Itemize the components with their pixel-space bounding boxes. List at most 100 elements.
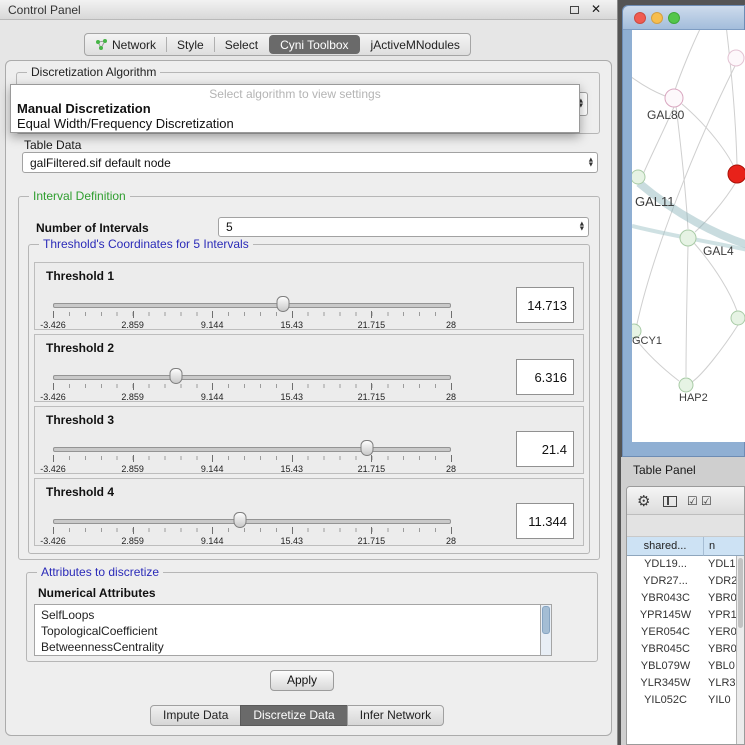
dropdown-stepper-icon[interactable]: ▲▼	[589, 158, 593, 168]
gear-icon[interactable]: ⚙	[637, 492, 650, 510]
table-row[interactable]: YBR045CYBR0	[627, 641, 738, 658]
apply-button[interactable]: Apply	[270, 670, 334, 691]
tab-impute-data[interactable]: Impute Data	[150, 705, 241, 726]
close-icon[interactable]: ✕	[591, 2, 601, 16]
slider-thumb-icon[interactable]	[170, 368, 183, 384]
network-node-gal4[interactable]	[680, 230, 696, 246]
threshold-2-slider[interactable]: -3.426 2.859 9.144 15.43 21.715 28	[53, 369, 451, 401]
list-item-selfloops[interactable]: SelfLoops	[41, 607, 521, 623]
slider-track[interactable]	[53, 303, 451, 308]
tick-label: 21.715	[358, 536, 386, 546]
list-item-betweennesscentrality[interactable]: BetweennessCentrality	[41, 639, 521, 655]
table-cell[interactable]: YPR145W	[627, 607, 704, 624]
tab-infer-network[interactable]: Infer Network	[347, 705, 444, 726]
slider-thumb-icon[interactable]	[276, 296, 289, 312]
slider-thumb-icon[interactable]	[361, 440, 374, 456]
tab-network[interactable]: Network	[85, 34, 166, 55]
dropdown-stepper-icon[interactable]: ▲▼	[580, 222, 584, 232]
tick-label: 2.859	[121, 392, 144, 402]
scrollbar-thumb[interactable]	[738, 558, 743, 628]
threshold-panel-3: Threshold 3 -3.426 2.859 9.144 15.43 21.…	[34, 406, 584, 474]
table-scrollbar[interactable]	[736, 556, 744, 745]
table-cell[interactable]: YER0	[704, 624, 738, 641]
slider-track[interactable]	[53, 447, 451, 452]
column-header-shared-name[interactable]: shared...	[627, 537, 704, 556]
table-row[interactable]: YBL079WYBL0	[627, 658, 738, 675]
mac-close-button[interactable]	[634, 12, 646, 24]
list-item-topologicalcoefficient[interactable]: TopologicalCoefficient	[41, 623, 521, 639]
threshold-4-slider[interactable]: -3.426 2.859 9.144 15.43 21.715 28	[53, 513, 451, 545]
table-cell[interactable]: YDL1	[704, 556, 738, 573]
threshold-2-value-field[interactable]	[516, 359, 574, 395]
threshold-3-slider[interactable]: -3.426 2.859 9.144 15.43 21.715 28	[53, 441, 451, 473]
mac-minimize-button[interactable]	[651, 12, 663, 24]
tab-style[interactable]: Style	[167, 34, 214, 55]
network-node-hap2[interactable]	[679, 378, 693, 392]
table-cell[interactable]: YER054C	[627, 624, 704, 641]
table-cell[interactable]: YDR27...	[627, 573, 704, 590]
tab-discretize-data[interactable]: Discretize Data	[240, 705, 347, 726]
tick-label: 2.859	[121, 320, 144, 330]
table-cell[interactable]: YDL19...	[627, 556, 704, 573]
table-cell[interactable]: YIL052C	[627, 692, 704, 709]
table-row[interactable]: YIL052CYIL0	[627, 692, 738, 709]
table-columns-icon[interactable]	[663, 496, 677, 507]
slider-track[interactable]	[53, 375, 451, 380]
attributes-listbox[interactable]: SelfLoops TopologicalCoefficient Between…	[34, 604, 552, 656]
network-window-titlebar	[623, 6, 744, 30]
tab-cyni-toolbox[interactable]: Cyni Toolbox	[269, 35, 359, 54]
table-cell[interactable]: YIL0	[704, 692, 738, 709]
threshold-3-value-field[interactable]	[516, 431, 574, 467]
scrollbar-thumb[interactable]	[542, 606, 550, 634]
network-canvas[interactable]: GAL80 GAL11 GAL4 GCY1 HAP2	[632, 30, 745, 442]
num-intervals-dropdown[interactable]: 5 ▲▼	[218, 217, 589, 237]
table-cell[interactable]: YBL079W	[627, 658, 704, 675]
table-cell[interactable]: YBR043C	[627, 590, 704, 607]
threshold-4-value-field[interactable]	[516, 503, 574, 539]
table-row[interactable]: YER054CYER0	[627, 624, 738, 641]
table-cell[interactable]: YLR345W	[627, 675, 704, 692]
tab-select[interactable]: Select	[215, 34, 268, 55]
network-node[interactable]	[728, 50, 744, 66]
table-row[interactable]: YLR345WYLR3	[627, 675, 738, 692]
table-cell[interactable]: YLR3	[704, 675, 738, 692]
table-cell[interactable]: YBL0	[704, 658, 738, 675]
select-all-checkbox-icon[interactable]: ☑	[687, 494, 698, 508]
table-cell[interactable]: YDR2	[704, 573, 738, 590]
table-panel-title: Table Panel	[633, 463, 696, 477]
slider-thumb-icon[interactable]	[234, 512, 247, 528]
table-row[interactable]: YDL19...YDL1	[627, 556, 738, 573]
attributes-scrollbar[interactable]	[540, 605, 551, 655]
num-intervals-label: Number of Intervals	[36, 221, 149, 235]
dropdown-item-equal-width-frequency[interactable]: Equal Width/Frequency Discretization	[15, 116, 575, 131]
tab-jactivemnodules[interactable]: jActiveMNodules	[361, 34, 470, 55]
table-row[interactable]: YBR043CYBR0	[627, 590, 738, 607]
node-label-gal80: GAL80	[647, 108, 684, 122]
table-cell[interactable]: YPR1	[704, 607, 738, 624]
network-node-gal11[interactable]	[632, 170, 645, 184]
table-row[interactable]: YPR145WYPR1	[627, 607, 738, 624]
table-data-dropdown[interactable]: galFiltered.sif default node ▲▼	[22, 152, 598, 173]
table-cell[interactable]: YBR0	[704, 641, 738, 658]
mac-zoom-button[interactable]	[668, 12, 680, 24]
table-row[interactable]: YDR27...YDR2	[627, 573, 738, 590]
table-cell[interactable]: YBR0	[704, 590, 738, 607]
network-node[interactable]	[731, 311, 745, 325]
dropdown-item-manual-discretization[interactable]: Manual Discretization	[15, 101, 575, 116]
tab-label: Cyni Toolbox	[280, 38, 348, 52]
tick-label: 21.715	[358, 320, 386, 330]
network-node-selected-red[interactable]	[728, 165, 745, 183]
threshold-1-value-field[interactable]	[516, 287, 574, 323]
column-header-name[interactable]: n	[704, 537, 745, 556]
float-window-icon[interactable]	[570, 6, 579, 14]
control-panel-titlebar: Control Panel ✕	[0, 0, 617, 20]
numerical-attributes-label: Numerical Attributes	[38, 586, 156, 600]
select-filtered-checkbox-icon[interactable]: ☑	[701, 494, 712, 508]
tick-label: 15.43	[281, 536, 304, 546]
node-label-gal4: GAL4	[703, 244, 734, 258]
network-node-gal80[interactable]	[665, 89, 683, 107]
num-intervals-value: 5	[226, 220, 233, 234]
table-cell[interactable]: YBR045C	[627, 641, 704, 658]
slider-track[interactable]	[53, 519, 451, 524]
threshold-1-slider[interactable]: -3.426 2.859 9.144 15.43 21.715 28	[53, 297, 451, 329]
